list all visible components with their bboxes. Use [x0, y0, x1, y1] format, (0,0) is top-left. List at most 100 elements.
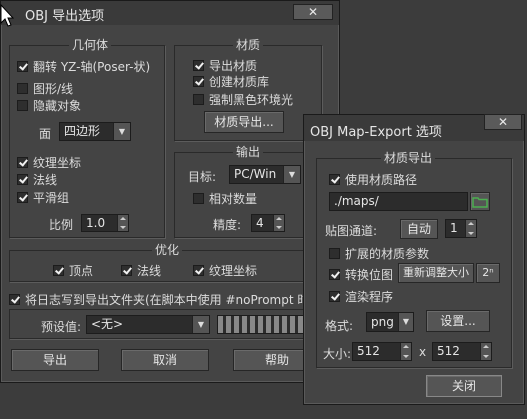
map-export-group-title: 材质导出 — [381, 151, 436, 165]
browse-folder-button[interactable] — [470, 192, 490, 211]
shapes-checkbox[interactable] — [17, 83, 28, 94]
log-option[interactable]: 将日志写到导出文件夹(在脚本中使用 #noPrompt 时) — [9, 291, 314, 308]
resize-label: 重新调整大小 — [403, 266, 469, 279]
output-group-title: 输出 — [233, 145, 264, 159]
channel-auto-button[interactable]: 自动 — [400, 219, 438, 239]
path-value: ./maps/ — [334, 194, 379, 208]
export-materials-checkbox[interactable] — [193, 60, 204, 71]
pow2-label: 2ⁿ — [482, 266, 494, 279]
log-label: 将日志写到导出文件夹(在脚本中使用 #noPrompt 时) — [25, 293, 315, 307]
flip-yz-label: 翻转 YZ-轴(Poser-状) — [33, 60, 151, 74]
preset-select[interactable]: <无> ▼ — [86, 315, 210, 334]
convert-checkbox[interactable] — [329, 269, 340, 280]
face-value: 四边形 — [64, 124, 101, 138]
settings-button[interactable]: 设置... — [426, 310, 490, 332]
spinner-arrows[interactable] — [117, 215, 128, 231]
mouse-cursor-icon — [0, 4, 14, 27]
hidden-objects-option[interactable]: 隐藏对象 — [17, 97, 81, 114]
map-dialog-title: OBJ Map-Export 选项 — [310, 125, 442, 140]
export-label: 导出 — [42, 353, 67, 367]
opt-normals-option[interactable]: 法线 — [121, 262, 161, 279]
material-group-title: 材质 — [233, 38, 264, 52]
precision-spinner[interactable]: 4 — [251, 214, 285, 232]
shapes-label: 图形/线 — [33, 82, 74, 96]
tex-coords-checkbox[interactable] — [17, 157, 28, 168]
close-button[interactable]: ✕ — [293, 4, 333, 20]
convert-option[interactable]: 转换位图 — [329, 266, 393, 283]
opt-texcoords-option[interactable]: 纹理坐标 — [193, 262, 257, 279]
target-label: 目标: — [188, 170, 217, 184]
channel-auto-label: 自动 — [406, 222, 431, 236]
smooth-groups-label: 平滑组 — [33, 191, 70, 205]
shapes-option[interactable]: 图形/线 — [17, 80, 73, 97]
map-title-bar[interactable]: OBJ Map-Export 选项 ✕ — [304, 114, 524, 141]
smooth-groups-option[interactable]: 平滑组 — [17, 189, 69, 206]
hidden-objects-checkbox[interactable] — [17, 100, 28, 111]
opt-vertex-checkbox[interactable] — [53, 265, 64, 276]
flip-yz-checkbox[interactable] — [17, 61, 28, 72]
create-lib-option[interactable]: 创建材质库 — [193, 73, 269, 90]
opt-vertex-option[interactable]: 顶点 — [53, 262, 93, 279]
extended-checkbox[interactable] — [329, 248, 340, 259]
map-close-button[interactable]: ✕ — [484, 114, 522, 130]
force-black-option[interactable]: 强制黑色环境光 — [193, 91, 293, 108]
preset-value: <无> — [91, 317, 124, 331]
relative-option[interactable]: 相对数量 — [193, 190, 257, 207]
material-export-button[interactable]: 材质导出... — [204, 111, 284, 133]
size-x-label: x — [419, 345, 427, 359]
map-close-dialog-button[interactable]: 关闭 — [426, 375, 502, 397]
spinner-arrows[interactable] — [465, 220, 476, 237]
smooth-groups-checkbox[interactable] — [17, 192, 28, 203]
preset-grid-icon[interactable] — [217, 315, 317, 334]
create-lib-checkbox[interactable] — [193, 76, 204, 87]
path-input[interactable]: ./maps/ — [329, 192, 468, 211]
resize-button[interactable]: 重新调整大小 — [398, 263, 474, 283]
format-select[interactable]: png ▼ — [366, 312, 414, 332]
export-button[interactable]: 导出 — [11, 349, 99, 371]
dropdown-arrow-icon: ▼ — [192, 316, 209, 333]
scale-label: 比例 — [49, 218, 74, 232]
spinner-arrows[interactable] — [400, 343, 411, 360]
face-label: 面 — [39, 127, 52, 141]
normals-option[interactable]: 法线 — [17, 171, 57, 188]
normals-checkbox[interactable] — [17, 174, 28, 185]
map-close-dialog-label: 关闭 — [451, 379, 476, 393]
opt-normals-label: 法线 — [137, 264, 162, 278]
size-height-spinner[interactable]: 512 — [432, 342, 492, 361]
spinner-arrows[interactable] — [273, 215, 284, 231]
size-width-spinner[interactable]: 512 — [352, 342, 412, 361]
spinner-arrows[interactable] — [480, 343, 491, 360]
channel-spinner[interactable]: 1 — [445, 219, 477, 238]
convert-label: 转换位图 — [345, 268, 394, 282]
opt-texcoords-checkbox[interactable] — [193, 265, 204, 276]
use-path-label: 使用材质路径 — [345, 173, 418, 187]
relative-checkbox[interactable] — [193, 193, 204, 204]
render-checkbox[interactable] — [329, 291, 340, 302]
geometry-group-title: 几何体 — [69, 38, 112, 52]
opt-vertex-label: 顶点 — [69, 264, 94, 278]
precision-label: 精度: — [213, 218, 242, 232]
log-checkbox[interactable] — [9, 294, 20, 305]
create-lib-label: 创建材质库 — [209, 75, 270, 89]
target-select[interactable]: PC/Win ▼ — [229, 165, 301, 184]
flip-yz-option[interactable]: 翻转 YZ-轴(Poser-状) — [17, 58, 150, 75]
force-black-checkbox[interactable] — [193, 94, 204, 105]
extended-label: 扩展的材质参数 — [345, 247, 430, 261]
scale-spinner[interactable]: 1.0 — [81, 214, 129, 232]
extended-option[interactable]: 扩展的材质参数 — [329, 245, 429, 262]
title-bar[interactable]: OBJ 导出选项 ✕ — [1, 1, 339, 25]
format-label: 格式: — [325, 319, 354, 333]
material-export-label: 材质导出... — [214, 115, 274, 129]
opt-normals-checkbox[interactable] — [121, 265, 132, 276]
channel-value: 1 — [450, 221, 458, 235]
face-select[interactable]: 四边形 ▼ — [59, 122, 131, 141]
use-path-option[interactable]: 使用材质路径 — [329, 171, 417, 188]
export-materials-option[interactable]: 导出材质 — [193, 57, 257, 74]
render-option[interactable]: 渲染程序 — [329, 288, 393, 305]
obj-export-dialog: OBJ 导出选项 ✕ 几何体 翻转 YZ-轴(Poser-状) 图形/线 隐藏对… — [0, 0, 340, 383]
cancel-button[interactable]: 取消 — [121, 349, 209, 371]
pow2-button[interactable]: 2ⁿ — [476, 263, 500, 283]
tex-coords-option[interactable]: 纹理坐标 — [17, 154, 81, 171]
use-path-checkbox[interactable] — [329, 174, 340, 185]
folder-icon — [472, 197, 488, 208]
